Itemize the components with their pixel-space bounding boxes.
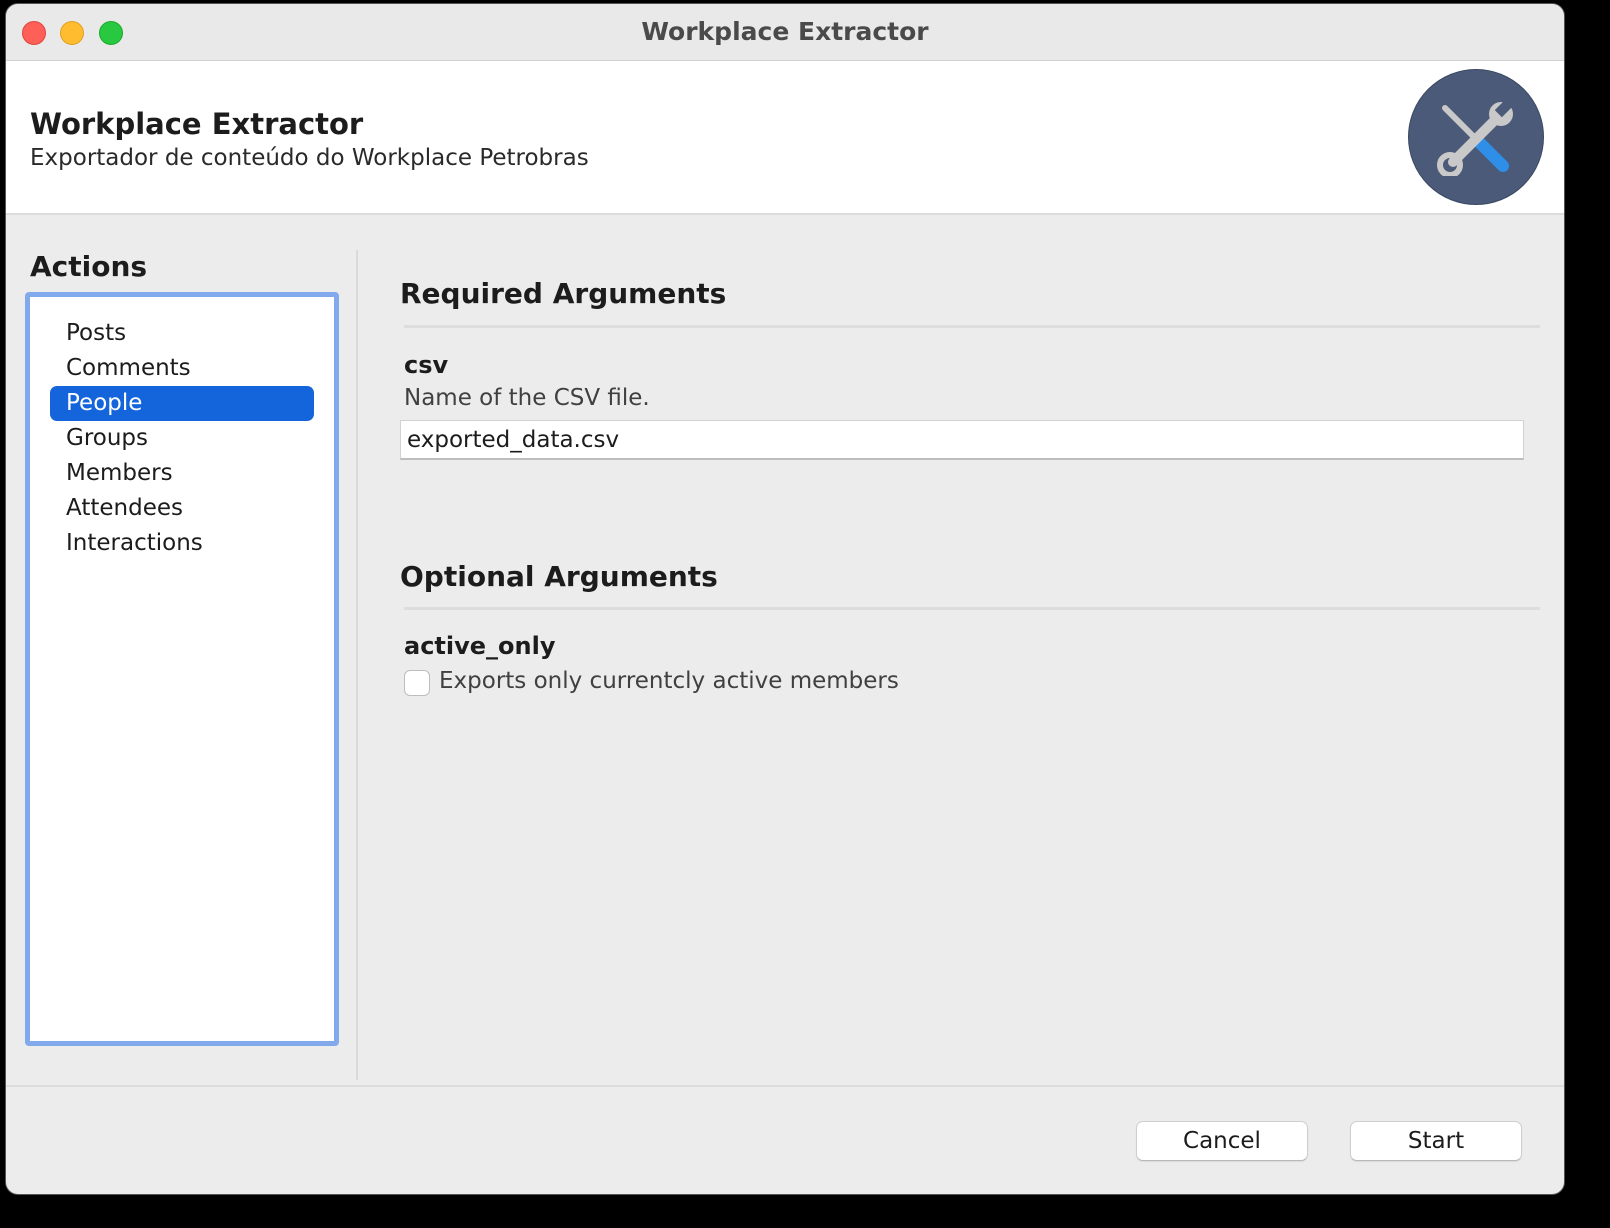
action-item-interactions[interactable]: Interactions (50, 526, 314, 561)
active-only-checkbox[interactable] (404, 670, 430, 696)
start-button[interactable]: Start (1350, 1121, 1522, 1161)
tools-icon (1408, 69, 1544, 205)
active-only-argument-name: active_only (404, 632, 556, 660)
optional-arguments-heading: Optional Arguments (400, 560, 718, 593)
csv-argument-name: csv (404, 351, 449, 379)
app-name: Workplace Extractor (30, 107, 364, 141)
action-item-posts[interactable]: Posts (50, 316, 314, 351)
actions-list[interactable]: Posts Comments People Groups Members Att… (25, 292, 339, 1046)
app-subtitle: Exportador de conteúdo do Workplace Petr… (30, 145, 589, 171)
optional-arguments-divider (404, 607, 1540, 610)
action-item-people[interactable]: People (50, 386, 314, 421)
footer-divider (6, 1085, 1564, 1087)
csv-argument-description: Name of the CSV file. (404, 385, 650, 411)
action-item-attendees[interactable]: Attendees (50, 491, 314, 526)
required-arguments-divider (404, 325, 1540, 328)
required-arguments-heading: Required Arguments (400, 277, 727, 310)
action-item-groups[interactable]: Groups (50, 421, 314, 456)
csv-filename-input[interactable] (400, 420, 1524, 460)
action-item-comments[interactable]: Comments (50, 351, 314, 386)
panel-divider[interactable] (356, 250, 358, 1080)
action-item-members[interactable]: Members (50, 456, 314, 491)
cancel-button[interactable]: Cancel (1136, 1121, 1308, 1161)
app-header: Workplace Extractor Exportador de conteú… (6, 61, 1564, 215)
app-window: Workplace Extractor Workplace Extractor … (6, 4, 1564, 1194)
title-bar[interactable]: Workplace Extractor (6, 4, 1564, 61)
window-title: Workplace Extractor (641, 17, 929, 46)
actions-heading: Actions (30, 250, 148, 283)
active-only-checkbox-label[interactable]: Exports only currentcly active members (439, 668, 899, 694)
